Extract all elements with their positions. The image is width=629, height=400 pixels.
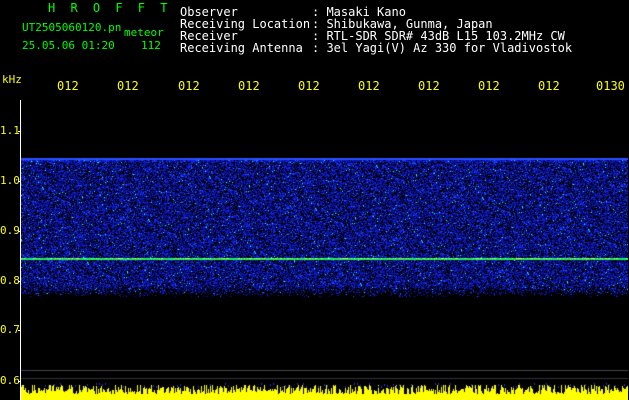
station-brand: H R O F F T (48, 1, 172, 15)
meteor-count: 112 (141, 39, 161, 52)
time-label: 012 (298, 79, 320, 93)
frequency-unit: kHz (2, 73, 22, 86)
time-label: 0130 (596, 79, 625, 93)
freq-label: 0.7 (0, 323, 20, 336)
time-label: 012 (478, 79, 500, 93)
meta-value-antenna: : 3el Yagi(V) Az 330 for Vladivostok (312, 41, 573, 55)
observation-datetime: 25.05.06 01:20 (22, 39, 115, 52)
time-label: 012 (538, 79, 560, 93)
time-label: 012 (57, 79, 79, 93)
freq-label: 0.8 (0, 274, 20, 287)
observation-type: meteor (124, 26, 164, 39)
time-label: 012 (418, 79, 440, 93)
time-label: 012 (117, 79, 139, 93)
file-name: UT2505060120.pn (22, 21, 122, 34)
spectrogram (21, 100, 628, 400)
freq-label: 1.0 (0, 174, 20, 187)
time-label: 012 (238, 79, 260, 93)
time-label: 012 (358, 79, 380, 93)
time-label: 012 (178, 79, 200, 93)
freq-label: 0.9 (0, 224, 20, 237)
meta-label-antenna: Receiving Antenna (180, 41, 303, 55)
freq-label: 1.1 (0, 124, 20, 137)
freq-label: 0.6 (0, 374, 20, 387)
